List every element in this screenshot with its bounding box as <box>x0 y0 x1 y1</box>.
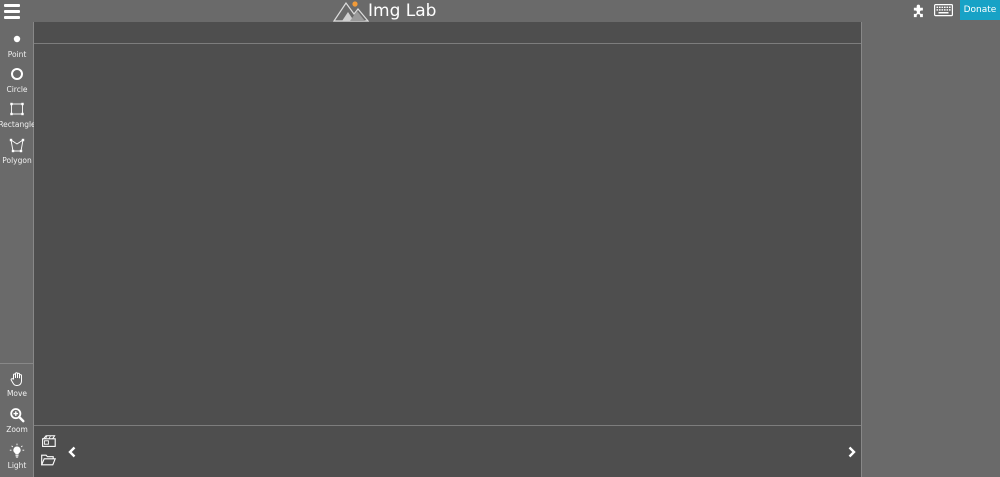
add-image-icon[interactable] <box>42 435 56 447</box>
workspace <box>34 22 862 477</box>
image-canvas[interactable] <box>34 44 861 425</box>
light-icon <box>9 443 25 459</box>
tool-rectangle[interactable]: Rectangle <box>0 102 36 136</box>
menu-icon[interactable] <box>4 3 20 19</box>
circle-icon <box>9 67 25 83</box>
img-lab-app: Img Lab Donate Point Circle Rectangle Po… <box>0 0 1000 477</box>
left-toolbar: Point Circle Rectangle Polygon Move Zoom… <box>0 22 36 477</box>
tool-point[interactable]: Point <box>0 32 34 66</box>
tool-polygon-label: Polygon <box>2 156 32 165</box>
tool-zoom-label: Zoom <box>6 425 28 434</box>
donate-button[interactable]: Donate <box>960 0 1000 20</box>
tool-circle[interactable]: Circle <box>0 67 34 101</box>
open-folder-icon[interactable] <box>41 454 56 466</box>
zoom-icon <box>9 407 25 423</box>
tool-zoom[interactable]: Zoom <box>0 407 34 441</box>
keyboard-icon[interactable] <box>934 3 953 17</box>
tool-light[interactable]: Light <box>0 443 34 477</box>
tool-circle-label: Circle <box>6 85 28 94</box>
next-arrow-icon[interactable] <box>847 446 857 458</box>
tool-polygon[interactable]: Polygon <box>0 138 34 172</box>
polygon-icon <box>9 138 25 154</box>
puzzle-icon[interactable] <box>912 3 927 18</box>
tool-move-label: Move <box>6 389 28 398</box>
logo-icon <box>333 1 369 22</box>
app-title: Img Lab <box>368 1 437 21</box>
top-bar: Img Lab Donate <box>0 0 1000 22</box>
prev-arrow-icon[interactable] <box>67 446 77 458</box>
point-icon <box>9 32 25 48</box>
rectangle-icon <box>9 102 25 118</box>
app-logo: Img Lab <box>333 0 436 22</box>
tool-light-label: Light <box>7 461 27 470</box>
tool-point-label: Point <box>7 50 27 59</box>
hand-icon <box>9 371 25 387</box>
tool-move[interactable]: Move <box>0 371 34 405</box>
filmstrip <box>34 426 861 477</box>
toolbar-divider <box>0 363 33 364</box>
tool-rectangle-label: Rectangle <box>0 120 36 129</box>
right-panel <box>862 22 1000 477</box>
